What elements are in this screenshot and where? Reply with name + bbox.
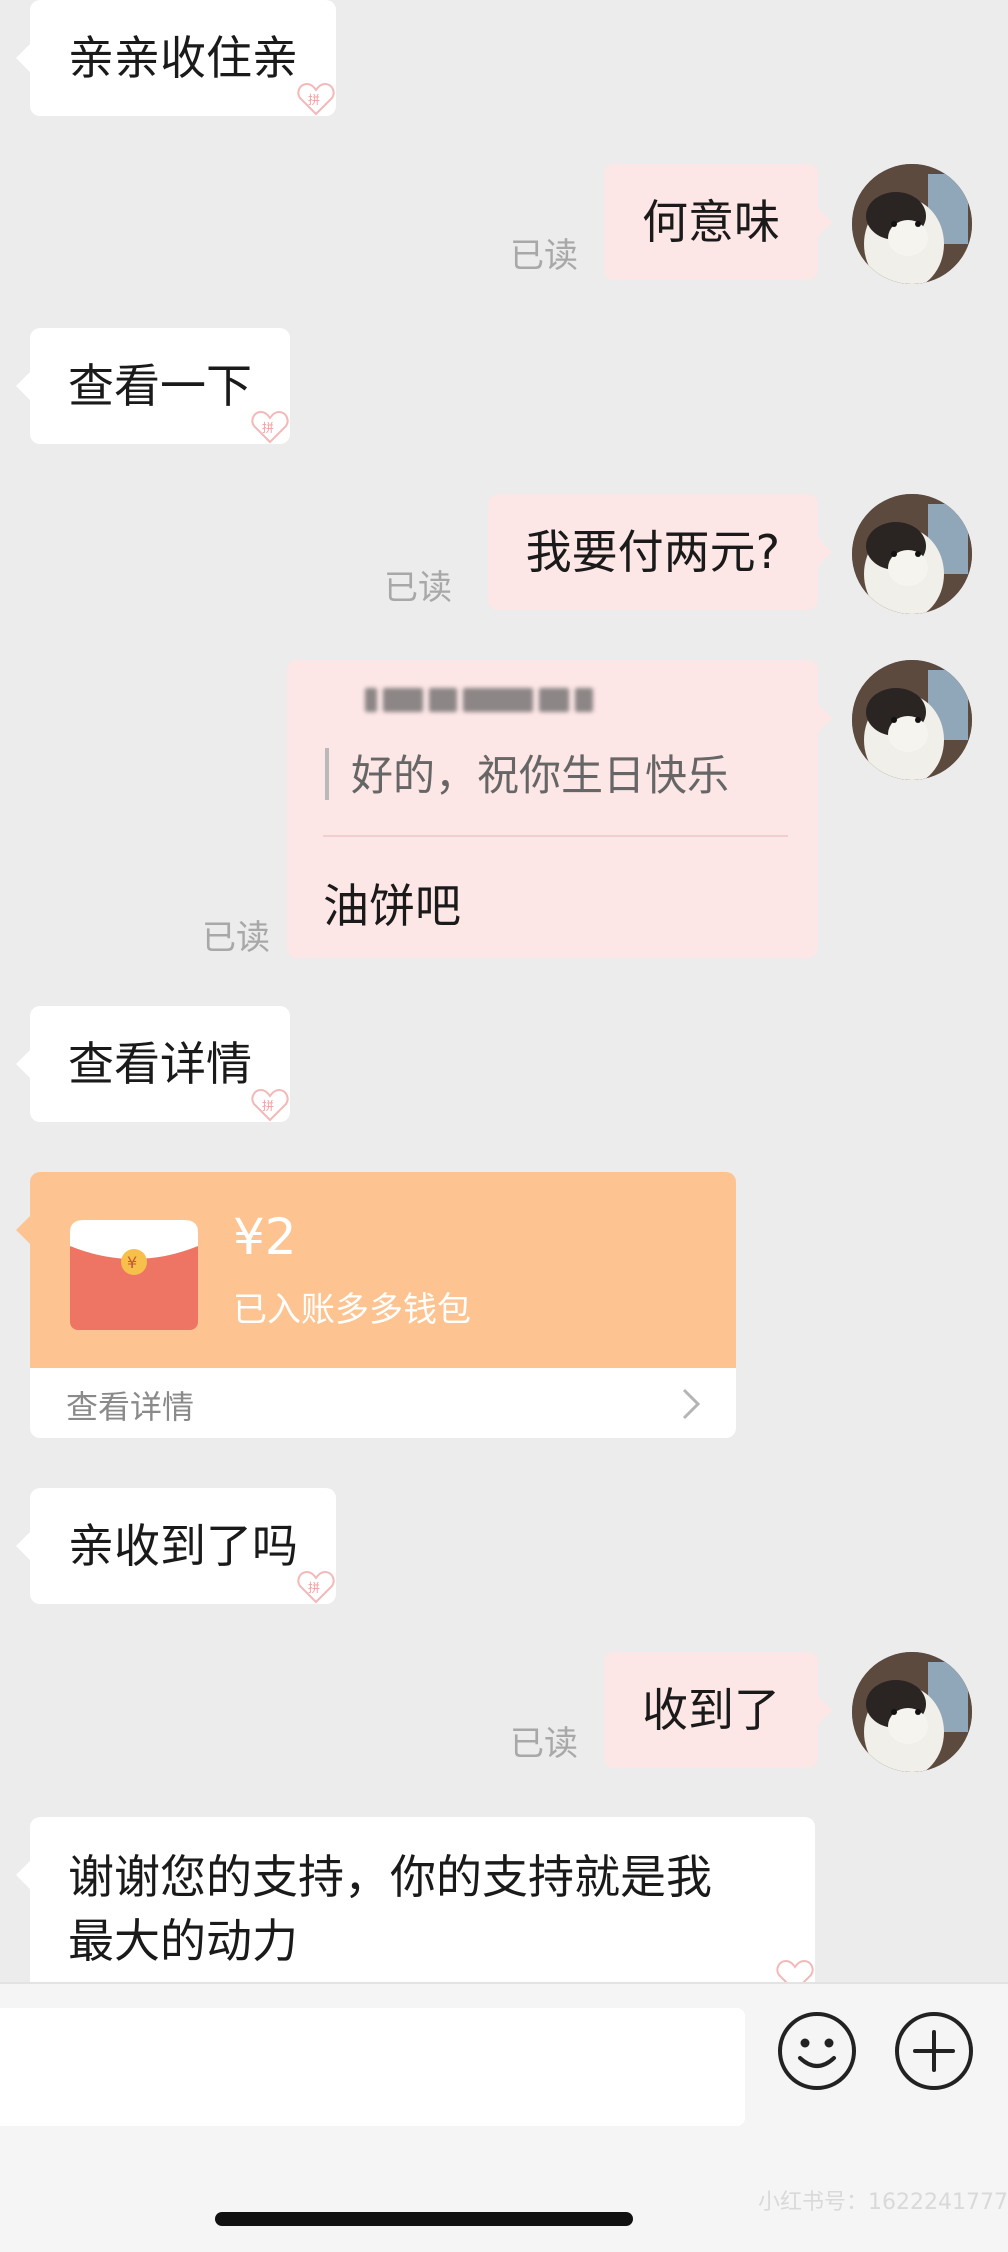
emoji-icon[interactable] <box>776 2010 858 2092</box>
red-packet-amount: ¥2 <box>233 1208 297 1266</box>
svg-text:拼: 拼 <box>308 1581 320 1595</box>
outgoing-message-bubble[interactable]: 收到了 <box>604 1652 832 1768</box>
incoming-message-bubble[interactable]: 亲收到了吗 拼 <box>16 1488 336 1604</box>
cat-avatar-icon <box>852 164 972 284</box>
chat-screen: 亲亲收住亲 拼 已读 何意味 查看一下 拼 已读 我要付两元? 已读 好的，祝你… <box>0 0 1008 2252</box>
home-indicator[interactable] <box>215 2212 633 2226</box>
incoming-message-bubble[interactable]: 查看详情 拼 <box>16 1006 290 1122</box>
incoming-message-bubble[interactable]: 谢谢您的支持，你的支持就是我 最大的动力 <box>16 1817 815 1997</box>
incoming-message-bubble[interactable]: 查看一下 拼 <box>16 328 290 444</box>
read-receipt: 已读 <box>510 236 578 276</box>
watermark: 小红书号：1622241777 <box>758 2190 1008 2215</box>
cat-avatar-icon <box>852 660 972 780</box>
cat-avatar-icon <box>852 494 972 614</box>
quoted-reply-bubble[interactable]: 好的，祝你生日快乐 油饼吧 <box>287 660 832 958</box>
user-avatar[interactable] <box>852 494 972 614</box>
message-text: 亲亲收住亲 <box>68 31 298 85</box>
quoted-message-text: 好的，祝你生日快乐 <box>351 751 730 800</box>
message-text: 收到了 <box>642 1683 780 1737</box>
svg-text:¥: ¥ <box>127 1253 137 1272</box>
stamp-icon: 拼 <box>297 82 335 116</box>
stamp-icon: 拼 <box>251 410 289 444</box>
read-receipt: 已读 <box>384 568 452 608</box>
message-text: 我要付两元? <box>525 525 780 579</box>
red-packet-card[interactable]: ¥ ¥2 已入账多多钱包 查看详情 <box>16 1172 736 1438</box>
red-packet-header: ¥ ¥2 已入账多多钱包 <box>30 1172 736 1368</box>
message-text: 何意味 <box>642 195 780 249</box>
outgoing-message-bubble[interactable]: 我要付两元? <box>487 494 833 610</box>
message-text-line: 最大的动力 <box>68 1914 298 1968</box>
red-packet-status: 已入账多多钱包 <box>233 1290 471 1330</box>
message-text-line: 谢谢您的支持，你的支持就是我 <box>68 1850 712 1904</box>
red-envelope-icon: ¥ <box>70 1220 198 1330</box>
stamp-icon: 拼 <box>251 1088 289 1122</box>
user-avatar[interactable] <box>852 1652 972 1772</box>
svg-text:拼: 拼 <box>262 1099 274 1113</box>
incoming-message-bubble[interactable]: 亲亲收住亲 拼 <box>16 0 336 116</box>
user-avatar[interactable] <box>852 164 972 284</box>
chevron-right-icon <box>682 1388 701 1420</box>
read-receipt: 已读 <box>510 1724 578 1764</box>
outgoing-message-bubble[interactable]: 何意味 <box>604 164 832 280</box>
quote-divider <box>323 835 788 837</box>
message-text: 亲收到了吗 <box>68 1519 298 1573</box>
quoted-sender-name-blurred <box>365 688 625 718</box>
view-details-link[interactable]: 查看详情 <box>66 1382 194 1428</box>
message-input[interactable] <box>0 2008 745 2126</box>
plus-icon[interactable] <box>893 2010 975 2092</box>
red-packet-footer[interactable]: 查看详情 <box>30 1368 736 1438</box>
svg-text:拼: 拼 <box>262 421 274 435</box>
message-text: 查看详情 <box>68 1037 252 1091</box>
message-text: 油饼吧 <box>323 879 461 933</box>
cat-avatar-icon <box>852 1652 972 1772</box>
message-text: 查看一下 <box>68 359 252 413</box>
quote-bar <box>325 748 329 800</box>
message-input-bar: 小红书号：1622241777 <box>0 1982 1008 2252</box>
user-avatar[interactable] <box>852 660 972 780</box>
read-receipt: 已读 <box>202 918 270 958</box>
stamp-icon: 拼 <box>297 1570 335 1604</box>
svg-text:拼: 拼 <box>308 93 320 107</box>
